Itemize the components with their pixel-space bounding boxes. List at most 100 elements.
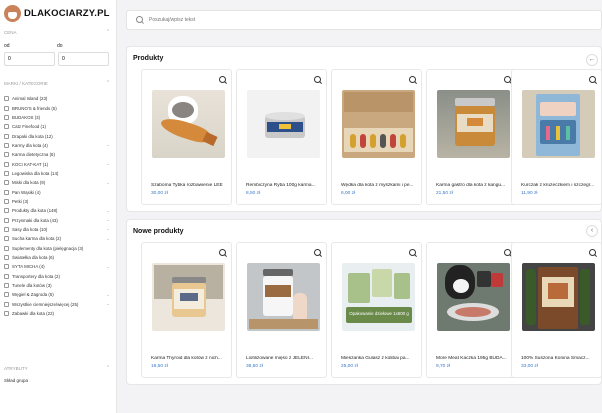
checkbox[interactable]: [4, 170, 9, 176]
product-name[interactable]: Wędka dla kota z myszkami i pe...: [341, 183, 418, 188]
product-image[interactable]: [152, 90, 225, 158]
product-name[interactable]: Rembiczyna Ryba 100g karma...: [246, 183, 323, 188]
brand-filter-item[interactable]: Drapaki dla kota (12): [4, 131, 110, 140]
product-name[interactable]: More Meat Kaczka 195g BUDA...: [436, 356, 513, 361]
zoom-icon[interactable]: [314, 76, 323, 85]
brand-filter-item[interactable]: Karma dietetyczna (6): [4, 150, 110, 159]
chevron-down-icon[interactable]: ⌄: [104, 180, 110, 186]
product-card[interactable]: Karma Thyroid dla kotów z nich... 18,50 …: [141, 242, 232, 378]
zoom-icon[interactable]: [219, 76, 228, 85]
checkbox[interactable]: [4, 217, 9, 223]
checkbox[interactable]: [4, 198, 9, 204]
product-card[interactable]: Wędka dla kota z myszkami i pe... 6,00 z…: [331, 69, 422, 205]
checkbox[interactable]: [4, 292, 9, 298]
attribute-value[interactable]: Skład grupa: [4, 378, 28, 383]
product-card[interactable]: More Meat Kaczka 195g BUDA... 9,70 zł: [426, 242, 517, 378]
product-image[interactable]: [437, 90, 510, 158]
product-name[interactable]: 100% Suszona Konina Smacz...: [521, 356, 598, 361]
brand-filter-item[interactable]: Suplementy dla kota (pielęgnacja (3): [4, 244, 110, 253]
product-name[interactable]: Kurczak z krużeczkiem i szczegr...: [521, 183, 598, 188]
chevron-down-icon[interactable]: ⌄: [104, 292, 110, 298]
product-card[interactable]: Liofilizowane mięso z JELENI... 38,50 zł: [236, 242, 327, 378]
product-name[interactable]: Mieszanka Gulasz z kolibai pa...: [341, 356, 418, 361]
brand-filter-item[interactable]: Przysmaki dla kota (43) ⌄: [4, 215, 110, 224]
brand-filter-item[interactable]: Sucha karma dla kota (2) ⌄: [4, 234, 110, 243]
brand-filter-item[interactable]: Miski dla kota (9) ⌄: [4, 178, 110, 187]
price-from-input[interactable]: [4, 52, 55, 66]
brand-filter-item[interactable]: Węgiel & Zagroda (5) ⌄: [4, 290, 110, 299]
product-card[interactable]: Szaboma Tybka rozbawienie LEE 30,00 zł: [141, 69, 232, 205]
brand-filter-item[interactable]: BUDAKOS (3): [4, 113, 110, 122]
arrow-left-icon[interactable]: ‹: [586, 225, 598, 237]
checkbox[interactable]: [4, 273, 9, 279]
checkbox[interactable]: [4, 311, 9, 317]
brand-filter-item[interactable]: Petki (3): [4, 197, 110, 206]
brand-filter-item[interactable]: Tunele dla kotów (3): [4, 281, 110, 290]
brand-filter-item[interactable]: Wszystkie ciemniejsze/więcej (25) ⌄: [4, 300, 110, 309]
product-image[interactable]: [342, 90, 415, 158]
chevron-down-icon[interactable]: ⌄: [104, 208, 110, 214]
product-image[interactable]: Opakowanie dziełowe 1x600 g: [342, 263, 415, 331]
chevron-down-icon[interactable]: ⌄: [104, 236, 110, 242]
product-name[interactable]: Karma Thyroid dla kotów z nich...: [151, 356, 228, 361]
brand-filter-item[interactable]: Pan Wąsiki (4): [4, 187, 110, 196]
checkbox[interactable]: [4, 245, 9, 251]
attributes-filter-header[interactable]: ATRYBUTY ⌃: [4, 365, 110, 371]
zoom-icon[interactable]: [589, 249, 598, 258]
checkbox[interactable]: [4, 264, 9, 270]
price-filter-header[interactable]: CENA ⌃: [4, 29, 110, 35]
checkbox[interactable]: [4, 161, 9, 167]
checkbox[interactable]: [4, 189, 9, 195]
product-name[interactable]: Liofilizowane mięso z JELENI...: [246, 356, 323, 361]
product-card[interactable]: 100% Suszona Konina Smacz... 33,00 zł: [511, 242, 602, 378]
checkbox[interactable]: [4, 236, 9, 242]
zoom-icon[interactable]: [409, 249, 418, 258]
checkbox[interactable]: [4, 105, 9, 111]
brand-filter-item[interactable]: Legowiska dla kota (14): [4, 169, 110, 178]
zoom-icon[interactable]: [589, 76, 598, 85]
chevron-down-icon[interactable]: ⌄: [104, 264, 110, 270]
brand-filter-item[interactable]: Catz Finefood (1): [4, 122, 110, 131]
brand-filter-item[interactable]: Produkty dla kota (148) ⌄: [4, 206, 110, 215]
logo[interactable]: DLAKOCIARZY.PL: [4, 5, 110, 22]
chevron-down-icon[interactable]: ⌄: [104, 301, 110, 307]
product-card[interactable]: Rembiczyna Ryba 100g karma... 8,50 zł: [236, 69, 327, 205]
product-image[interactable]: [437, 263, 510, 331]
product-card[interactable]: Opakowanie dziełowe 1x600 g Mieszanka Gu…: [331, 242, 422, 378]
search-input[interactable]: [149, 17, 549, 23]
checkbox[interactable]: [4, 226, 9, 232]
brand-filter-item[interactable]: Transportery dla kota (2): [4, 272, 110, 281]
brand-filter-item[interactable]: SYTA MICHA (4) ⌄: [4, 262, 110, 271]
checkbox[interactable]: [4, 114, 9, 120]
checkbox[interactable]: [4, 208, 9, 214]
brand-filter-item[interactable]: Karmy dla kota (4) ⌄: [4, 141, 110, 150]
checkbox[interactable]: [4, 142, 9, 148]
checkbox[interactable]: [4, 301, 9, 307]
zoom-icon[interactable]: [314, 249, 323, 258]
brand-filter-item[interactable]: Zabawki dla kota (22): [4, 309, 110, 318]
brand-filter-item[interactable]: Światełka dla kota (6): [4, 253, 110, 262]
chevron-down-icon[interactable]: ⌄: [104, 226, 110, 232]
checkbox[interactable]: [4, 255, 9, 261]
checkbox[interactable]: [4, 133, 9, 139]
brands-filter-header[interactable]: MARKI / KATEGORIE ⌃: [4, 80, 110, 86]
checkbox[interactable]: [4, 152, 9, 158]
product-card[interactable]: Kurczak z krużeczkiem i szczegr... 11,90…: [511, 69, 602, 205]
zoom-icon[interactable]: [409, 76, 418, 85]
brand-filter-item[interactable]: KOCI KAT-KAT (1) ⌄: [4, 159, 110, 168]
product-card[interactable]: Karma gastro dla kota z kangu... 21,50 z…: [426, 69, 517, 205]
product-image[interactable]: [522, 263, 595, 331]
chevron-down-icon[interactable]: ⌄: [104, 217, 110, 223]
arrow-left-icon[interactable]: ←: [586, 54, 598, 66]
product-image[interactable]: [522, 90, 595, 158]
product-image[interactable]: [152, 263, 225, 331]
brand-filter-item[interactable]: BRUNO'S & friends (5): [4, 103, 110, 112]
product-name[interactable]: Szaboma Tybka rozbawienie LEE: [151, 183, 228, 188]
checkbox[interactable]: [4, 96, 9, 102]
brand-filter-item[interactable]: Sasy dla kota (10) ⌄: [4, 225, 110, 234]
brand-filter-item[interactable]: Animal Island (23): [4, 94, 110, 103]
checkbox[interactable]: [4, 124, 9, 130]
product-image[interactable]: [247, 263, 320, 331]
zoom-icon[interactable]: [219, 249, 228, 258]
chevron-down-icon[interactable]: ⌄: [104, 142, 110, 148]
